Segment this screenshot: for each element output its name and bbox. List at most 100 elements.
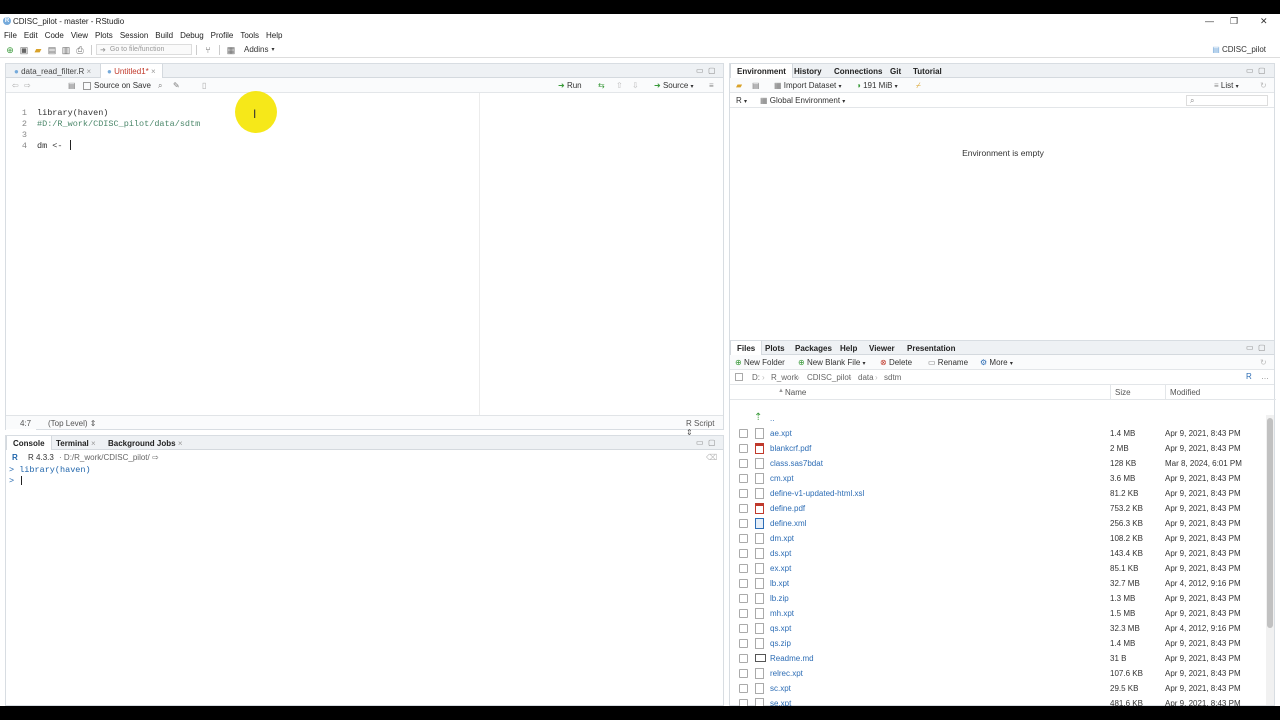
file-name-link[interactable]: class.sas7bdat	[770, 459, 823, 468]
minimize-pane-icon[interactable]: ▭	[696, 66, 704, 75]
tab-help[interactable]: Help	[834, 341, 863, 355]
tab-untitled1[interactable]: ● Untitled1* ×	[100, 64, 163, 78]
file-row[interactable]: mh.xpt 1.5 MB Apr 9, 2021, 8:43 PM	[730, 606, 1256, 621]
file-checkbox[interactable]	[739, 564, 748, 573]
file-row[interactable]: define-v1-updated-html.xsl 81.2 KB Apr 9, …	[730, 486, 1256, 501]
col-size-header[interactable]: Size	[1115, 388, 1131, 397]
save-icon[interactable]: ▤	[47, 45, 57, 55]
menu-view[interactable]: View	[71, 31, 88, 40]
menu-tools[interactable]: Tools	[240, 31, 259, 40]
maximize-button[interactable]: ❐	[1230, 16, 1238, 27]
menu-edit[interactable]: Edit	[24, 31, 38, 40]
file-name-link[interactable]: sc.xpt	[770, 684, 791, 693]
file-row[interactable]: cm.xpt 3.6 MB Apr 9, 2021, 8:43 PM	[730, 471, 1256, 486]
refresh-icon[interactable]: ↻	[1260, 81, 1267, 90]
broom-icon[interactable]: ⌿	[916, 81, 921, 91]
close-tab-icon[interactable]: ×	[151, 67, 156, 76]
maximize-pane-icon[interactable]: ▢	[708, 66, 716, 75]
file-row[interactable]: lb.zip 1.3 MB Apr 9, 2021, 8:43 PM	[730, 591, 1256, 606]
select-all-checkbox[interactable]	[735, 373, 743, 381]
file-row[interactable]: lb.xpt 32.7 MB Apr 4, 2012, 9:16 PM	[730, 576, 1256, 591]
clear-console-icon[interactable]: ⌫	[706, 453, 717, 462]
working-dir[interactable]: · D:/R_work/CDISC_pilot/ ⇨	[59, 453, 159, 462]
source-button[interactable]: ➜ Source ▾	[654, 81, 694, 90]
tab-background-jobs[interactable]: Background Jobs ×	[102, 436, 188, 450]
menu-session[interactable]: Session	[120, 31, 148, 40]
file-checkbox[interactable]	[739, 474, 748, 483]
tab-git[interactable]: Git	[884, 64, 907, 78]
tab-environment[interactable]: Environment	[730, 64, 793, 78]
file-row[interactable]: Readme.md 31 B Apr 9, 2021, 8:43 PM	[730, 651, 1256, 666]
environment-selector[interactable]: ▦ Global Environment ▾	[760, 96, 845, 105]
tab-tutorial[interactable]: Tutorial	[907, 64, 948, 78]
file-name-link[interactable]: Readme.md	[770, 654, 814, 663]
file-checkbox[interactable]	[739, 444, 748, 453]
new-file-icon[interactable]: ⊕	[5, 45, 15, 55]
addins-menu[interactable]: Addins	[244, 45, 268, 54]
file-checkbox[interactable]	[739, 669, 748, 678]
menu-debug[interactable]: Debug	[180, 31, 204, 40]
col-name-header[interactable]: Name	[785, 388, 806, 397]
file-checkbox[interactable]	[739, 684, 748, 693]
search-icon[interactable]: ⌕	[158, 81, 162, 91]
file-row[interactable]: dm.xpt 108.2 KB Apr 9, 2021, 8:43 PM	[730, 531, 1256, 546]
file-name-link[interactable]: relrec.xpt	[770, 669, 803, 678]
import-dataset-button[interactable]: ▦ Import Dataset ▾	[774, 81, 842, 90]
goto-file-input[interactable]: ➜ Go to file/function	[96, 44, 192, 55]
menu-help[interactable]: Help	[266, 31, 282, 40]
file-checkbox[interactable]	[739, 654, 748, 663]
tab-plots[interactable]: Plots	[759, 341, 791, 355]
file-row[interactable]: ae.xpt 1.4 MB Apr 9, 2021, 8:43 PM	[730, 426, 1256, 441]
run-button[interactable]: ➜ Run	[558, 81, 582, 90]
tab-viewer[interactable]: Viewer	[863, 341, 901, 355]
scrollbar-track[interactable]	[1266, 415, 1274, 705]
new-folder-button[interactable]: ⊕ New Folder	[735, 358, 785, 367]
file-row[interactable]: qs.xpt 32.3 MB Apr 4, 2012, 9:16 PM	[730, 621, 1256, 636]
file-row[interactable]: ex.xpt 85.1 KB Apr 9, 2021, 8:43 PM	[730, 561, 1256, 576]
tab-presentation[interactable]: Presentation	[901, 341, 961, 355]
file-name-link[interactable]: qs.xpt	[770, 624, 791, 633]
tab-files[interactable]: Files	[730, 341, 763, 355]
breadcrumb-data[interactable]: data	[858, 373, 874, 382]
code-tools-icon[interactable]: ✎	[173, 81, 180, 90]
file-name-link[interactable]: define.pdf	[770, 504, 805, 513]
file-checkbox[interactable]	[739, 609, 748, 618]
tab-history[interactable]: History	[788, 64, 828, 78]
minimize-pane-icon[interactable]: ▭	[696, 438, 704, 447]
env-search-input[interactable]: ⌕	[1186, 95, 1268, 106]
open-file-icon[interactable]: ▰	[33, 45, 43, 55]
console-prompt[interactable]: >	[9, 476, 14, 486]
file-checkbox[interactable]	[739, 459, 748, 468]
file-name-link[interactable]: ds.xpt	[770, 549, 791, 558]
forward-icon[interactable]: ⇨	[24, 81, 31, 90]
file-row[interactable]: se.xpt 481.6 KB Apr 9, 2021, 8:43 PM	[730, 696, 1256, 706]
file-name-link[interactable]: mh.xpt	[770, 609, 794, 618]
menu-plots[interactable]: Plots	[95, 31, 113, 40]
more-button[interactable]: ⚙ More ▾	[980, 358, 1013, 367]
file-checkbox[interactable]	[739, 549, 748, 558]
file-row[interactable]: class.sas7bdat 128 KB Mar 8, 2024, 6:01 PM	[730, 456, 1256, 471]
menu-profile[interactable]: Profile	[211, 31, 234, 40]
file-name-link[interactable]: lb.zip	[770, 594, 789, 603]
file-name-link[interactable]: cm.xpt	[770, 474, 794, 483]
file-row[interactable]: define.pdf 753.2 KB Apr 9, 2021, 8:43 PM	[730, 501, 1256, 516]
file-row[interactable]: qs.zip 1.4 MB Apr 9, 2021, 8:43 PM	[730, 636, 1256, 651]
file-checkbox[interactable]	[739, 699, 748, 706]
file-checkbox[interactable]	[739, 639, 748, 648]
view-mode-menu[interactable]: ≡ List ▾	[1214, 81, 1239, 90]
file-name-link[interactable]: blankcrf.pdf	[770, 444, 811, 453]
maximize-pane-icon[interactable]: ▢	[1258, 343, 1266, 352]
menu-code[interactable]: Code	[45, 31, 64, 40]
minimize-pane-icon[interactable]: ▭	[1246, 343, 1254, 352]
breadcrumb-drive[interactable]: D:	[752, 373, 760, 382]
tab-terminal[interactable]: Terminal ×	[50, 436, 102, 450]
refresh-icon[interactable]: ↻	[1260, 358, 1267, 367]
load-workspace-icon[interactable]: ▰	[736, 81, 742, 90]
file-name-link[interactable]: lb.xpt	[770, 579, 789, 588]
source-on-save-checkbox[interactable]	[83, 82, 91, 90]
go-to-working-dir-icon[interactable]: R	[1246, 372, 1252, 381]
more-path-icon[interactable]: …	[1261, 372, 1269, 381]
pane-layout-icon[interactable]: ▦	[226, 45, 236, 55]
close-tab-icon[interactable]: ×	[91, 439, 96, 448]
file-checkbox[interactable]	[739, 624, 748, 633]
